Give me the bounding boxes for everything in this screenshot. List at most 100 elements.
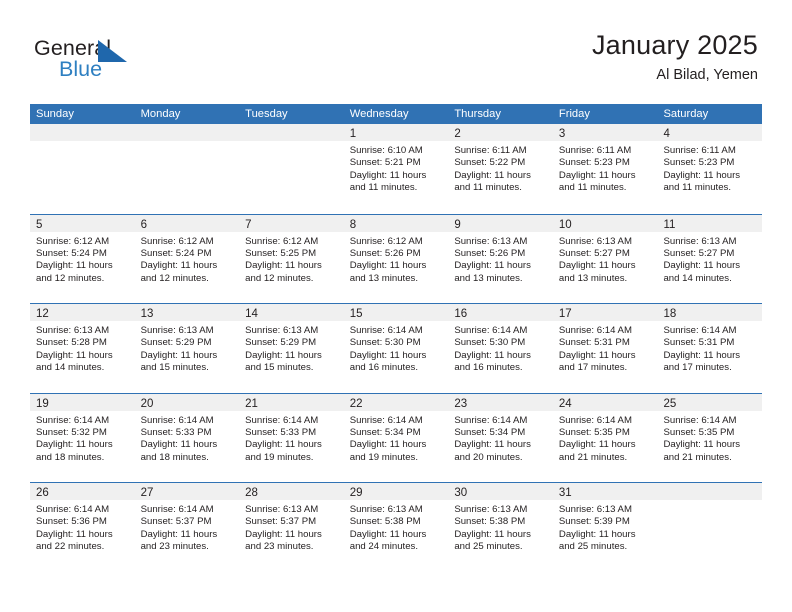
day-number-band: 29 — [343, 483, 449, 500]
sunrise-text: Sunrise: 6:14 AM — [349, 325, 423, 336]
day-number-band: 21 — [239, 393, 344, 411]
day-cell[interactable]: 16 Sunrise: 6:14 AM Sunset: 5:30 PM Dayligh… — [448, 304, 553, 393]
day-cell[interactable]: 2 Sunrise: 6:11 AM Sunset: 5:22 PM Daylight… — [448, 124, 553, 214]
day-cell[interactable]: 31 Sunrise: 6:13 AM Sunset: 5:39 PM Dayligh… — [552, 483, 658, 572]
sunrise-text: Sunrise: 6:12 AM — [349, 235, 423, 247]
day-cell[interactable]: 11 Sunrise: 6:13 AM Sunset: 5:27 PM Dayligh… — [657, 214, 763, 304]
day-cell[interactable]: 9 Sunrise: 6:13 AM Sunset: 5:26 PM Daylight… — [448, 214, 553, 304]
day-cell[interactable]: 27 Sunrise: 6:14 AM Sunset: 5:37 PM Dayligh… — [134, 483, 240, 572]
day-number: 30 — [454, 487, 468, 499]
day-number: 24 — [558, 397, 572, 410]
day-cell[interactable]: 4 Sunrise: 6:11 AM Sunset: 5:23 PM Daylight… — [657, 124, 763, 214]
sunset-text: Sunset: 5:26 PM — [349, 247, 421, 259]
weekday-header-saturday: Saturday — [663, 108, 709, 120]
day-number-band: 3 — [552, 124, 658, 141]
daylight-text-line2: and 23 minutes. — [245, 541, 314, 553]
sunset-text: Sunset: 5:22 PM — [454, 157, 526, 169]
day-number: 1 — [349, 128, 357, 140]
day-details: Sunrise: 6:14 AM Sunset: 5:31 PM Daylight:… — [553, 321, 658, 375]
weekday-header-wednesday: Wednesday — [349, 108, 409, 120]
general-blue-logo[interactable]: General Blue — [34, 37, 164, 88]
sunset-text: Sunset: 5:23 PM — [558, 157, 630, 169]
day-number: 12 — [36, 308, 49, 320]
day-number: 18 — [663, 308, 677, 320]
daylight-text-line1: Daylight: 11 hours — [36, 349, 113, 361]
day-cell[interactable]: 7 Sunrise: 6:12 AM Sunset: 5:25 PM Daylight… — [239, 214, 344, 304]
day-details: Sunrise: 6:14 AM Sunset: 5:33 PM Daylight:… — [135, 411, 240, 465]
day-number: 8 — [349, 218, 357, 231]
daylight-text-line2: and 11 minutes. — [349, 182, 418, 194]
day-cell[interactable]: 13 Sunrise: 6:13 AM Sunset: 5:29 PM Dayligh… — [134, 304, 240, 393]
day-cell[interactable]: 18 Sunrise: 6:14 AM Sunset: 5:31 PM Dayligh… — [657, 304, 763, 393]
daylight-text-line2: and 15 minutes. — [140, 362, 209, 374]
sunset-text: Sunset: 5:33 PM — [140, 426, 212, 438]
daylight-text-line1: Daylight: 11 hours — [454, 528, 531, 540]
day-number: 27 — [140, 487, 154, 499]
daylight-text-line1: Daylight: 11 hours — [36, 260, 113, 272]
day-cell[interactable]: 14 Sunrise: 6:13 AM Sunset: 5:29 PM Dayligh… — [239, 304, 344, 393]
daylight-text-line1: Daylight: 11 hours — [36, 439, 113, 451]
day-cell[interactable]: 12 Sunrise: 6:13 AM Sunset: 5:28 PM Dayligh… — [30, 304, 135, 393]
day-number-band: 18 — [657, 304, 763, 321]
sunset-text: Sunset: 5:23 PM — [663, 157, 735, 169]
day-cell[interactable]: 8 Sunrise: 6:12 AM Sunset: 5:26 PM Daylight… — [343, 214, 449, 304]
daylight-text-line2: and 12 minutes. — [140, 272, 209, 284]
daylight-text-line1: Daylight: 11 hours — [349, 439, 427, 451]
day-cell[interactable]: 6 Sunrise: 6:12 AM Sunset: 5:24 PM Daylight… — [134, 214, 240, 304]
day-cell[interactable]: 28 Sunrise: 6:13 AM Sunset: 5:37 PM Dayligh… — [239, 483, 344, 572]
day-number-band: 30 — [448, 483, 553, 500]
day-cell[interactable]: 22 Sunrise: 6:14 AM Sunset: 5:34 PM Dayligh… — [343, 393, 449, 483]
day-cell[interactable]: 17 Sunrise: 6:14 AM Sunset: 5:31 PM Dayligh… — [552, 304, 658, 393]
day-number-band: 6 — [134, 214, 240, 232]
day-cell[interactable]: 25 Sunrise: 6:14 AM Sunset: 5:35 PM Dayligh… — [657, 393, 763, 483]
day-cell[interactable]: 24 Sunrise: 6:14 AM Sunset: 5:35 PM Dayligh… — [552, 393, 658, 483]
sunrise-text: Sunrise: 6:13 AM — [140, 325, 214, 336]
day-number-band: 16 — [448, 304, 553, 321]
day-cell[interactable]: 1 Sunrise: 6:10 AM Sunset: 5:21 PM Daylight… — [343, 124, 449, 214]
day-number-band: 4 — [657, 124, 763, 141]
day-number: 16 — [454, 308, 468, 320]
day-cell-empty — [657, 483, 763, 572]
sunset-text: Sunset: 5:29 PM — [245, 337, 317, 349]
day-cell[interactable]: 29 Sunrise: 6:13 AM Sunset: 5:38 PM Dayligh… — [343, 483, 449, 572]
day-details: Sunrise: 6:13 AM Sunset: 5:26 PM Daylight:… — [448, 232, 553, 286]
sunset-text: Sunset: 5:30 PM — [349, 337, 421, 349]
day-cell[interactable]: 5 Sunrise: 6:12 AM Sunset: 5:24 PM Daylight… — [30, 214, 135, 304]
day-details: Sunrise: 6:14 AM Sunset: 5:37 PM Daylight:… — [135, 500, 240, 554]
daylight-text-line1: Daylight: 11 hours — [558, 349, 636, 361]
sunrise-text: Sunrise: 6:14 AM — [663, 325, 737, 336]
daylight-text-line2: and 17 minutes. — [663, 362, 732, 374]
sunset-text: Sunset: 5:26 PM — [454, 247, 526, 259]
day-number-band: 10 — [552, 214, 658, 232]
sunset-text: Sunset: 5:27 PM — [663, 247, 735, 259]
day-number-band: 19 — [30, 393, 135, 411]
daylight-text-line2: and 25 minutes. — [454, 541, 523, 553]
day-cell[interactable]: 15 Sunrise: 6:14 AM Sunset: 5:30 PM Dayligh… — [343, 304, 449, 393]
day-number-band: 12 — [30, 304, 135, 321]
day-cell[interactable]: 21 Sunrise: 6:14 AM Sunset: 5:33 PM Dayligh… — [239, 393, 344, 483]
daylight-text-line1: Daylight: 11 hours — [454, 439, 531, 451]
day-cell[interactable]: 19 Sunrise: 6:14 AM Sunset: 5:32 PM Dayligh… — [30, 393, 135, 483]
day-details: Sunrise: 6:14 AM Sunset: 5:35 PM Daylight:… — [553, 411, 658, 465]
daylight-text-line2: and 13 minutes. — [454, 272, 523, 284]
day-cell[interactable]: 23 Sunrise: 6:14 AM Sunset: 5:34 PM Dayligh… — [448, 393, 553, 483]
day-number: 26 — [36, 487, 49, 499]
day-cell[interactable]: 10 Sunrise: 6:13 AM Sunset: 5:27 PM Dayligh… — [552, 214, 658, 304]
day-cell[interactable]: 3 Sunrise: 6:11 AM Sunset: 5:23 PM Daylight… — [552, 124, 658, 214]
day-details: Sunrise: 6:11 AM Sunset: 5:23 PM Daylight:… — [553, 141, 658, 195]
day-cell[interactable]: 26 Sunrise: 6:14 AM Sunset: 5:36 PM Dayligh… — [30, 483, 135, 572]
day-cell[interactable]: 20 Sunrise: 6:14 AM Sunset: 5:33 PM Dayligh… — [134, 393, 240, 483]
day-number: 17 — [558, 308, 572, 320]
sunrise-text: Sunrise: 6:14 AM — [140, 504, 214, 515]
daylight-text-line2: and 14 minutes. — [663, 272, 732, 284]
sunset-text: Sunset: 5:39 PM — [558, 516, 630, 528]
calendar-grid: Sunday Monday Tuesday Wednesday Thursday Frid… — [30, 104, 763, 572]
day-details: Sunrise: 6:11 AM Sunset: 5:23 PM Daylight:… — [657, 141, 762, 195]
daylight-text-line1: Daylight: 11 hours — [663, 439, 741, 451]
day-cell[interactable]: 30 Sunrise: 6:13 AM Sunset: 5:38 PM Dayligh… — [448, 483, 553, 572]
daylight-text-line2: and 22 minutes. — [36, 541, 105, 553]
day-number-band — [239, 124, 344, 141]
day-number: 31 — [558, 487, 572, 499]
sunrise-text: Sunrise: 6:14 AM — [36, 414, 110, 426]
daylight-text-line2: and 24 minutes. — [349, 541, 419, 553]
